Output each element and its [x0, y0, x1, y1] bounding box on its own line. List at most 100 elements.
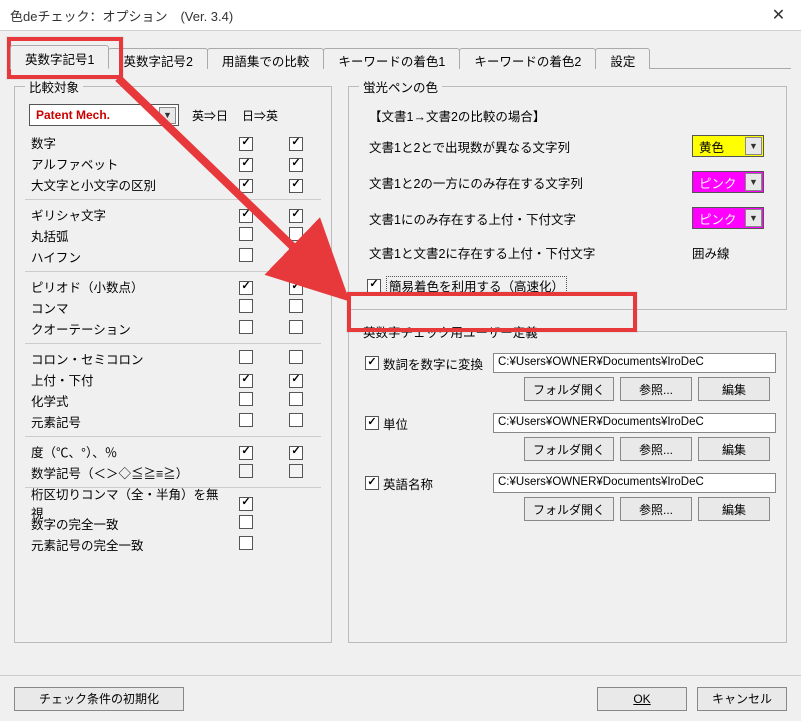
highlight-row-label: 文書1にのみ存在する上付・下付文字: [369, 209, 692, 228]
userdef-label: 英語名称: [383, 474, 433, 493]
edit-button[interactable]: 編集: [698, 377, 770, 401]
profile-value: Patent Mech.: [36, 108, 110, 122]
compare-row: 丸括弧: [25, 225, 321, 246]
userdef-row: ✓ 英語名称 C:¥Users¥OWNER¥Documents¥IroDeC: [365, 473, 776, 493]
open-folder-button[interactable]: フォルダ開く: [524, 377, 614, 401]
col-header-e2j: 英⇒日: [189, 107, 231, 124]
highlight-color-dropdown[interactable]: ピンク ▼: [692, 207, 764, 229]
tab-alnum2[interactable]: 英数字記号2: [108, 48, 207, 69]
compare-row-label: 上付・下付: [31, 370, 221, 389]
browse-button[interactable]: 参照...: [620, 437, 692, 461]
open-folder-button[interactable]: フォルダ開く: [524, 437, 614, 461]
chevron-down-icon[interactable]: ▼: [745, 137, 762, 155]
checkbox[interactable]: [239, 299, 253, 313]
checkbox[interactable]: [239, 350, 253, 364]
userdef-label: 数詞を数字に変換: [383, 354, 483, 373]
checkbox[interactable]: ✓: [239, 137, 253, 151]
edit-button[interactable]: 編集: [698, 497, 770, 521]
compare-row: 数字の完全一致: [25, 513, 321, 534]
checkbox[interactable]: ✓: [289, 446, 303, 460]
cancel-button[interactable]: キャンセル: [697, 687, 787, 711]
browse-button[interactable]: 参照...: [620, 377, 692, 401]
compare-row: 上付・下付 ✓ ✓: [25, 369, 321, 390]
checkbox[interactable]: ✓: [239, 158, 253, 172]
compare-row-label: アルファベット: [31, 154, 221, 173]
checkbox[interactable]: [289, 413, 303, 427]
compare-row: クオーテーション: [25, 318, 321, 339]
checkbox[interactable]: [239, 413, 253, 427]
tab-alnum1[interactable]: 英数字記号1: [10, 45, 109, 69]
compare-row: 度（℃、°）、％✓✓: [25, 441, 321, 462]
speed-checkbox[interactable]: ✓: [367, 279, 381, 293]
checkbox[interactable]: [239, 392, 253, 406]
checkbox[interactable]: [239, 536, 253, 550]
checkbox[interactable]: [239, 227, 253, 241]
group-highlight-legend: 蛍光ペンの色: [359, 77, 442, 96]
checkbox[interactable]: [289, 350, 303, 364]
highlight-subtitle: 【文書1→文書2の比較の場合】: [369, 106, 776, 125]
checkbox[interactable]: ✓: [239, 497, 253, 511]
chevron-down-icon[interactable]: ▼: [745, 209, 762, 227]
checkbox[interactable]: ✓: [239, 209, 253, 223]
checkbox[interactable]: [289, 227, 303, 241]
reset-button[interactable]: チェック条件の初期化: [14, 687, 184, 711]
chevron-down-icon[interactable]: ▼: [159, 107, 176, 124]
compare-row: 元素記号の完全一致: [25, 534, 321, 555]
checkbox[interactable]: ✓: [239, 374, 253, 388]
browse-button[interactable]: 参照...: [620, 497, 692, 521]
color-value: 黄色: [699, 137, 724, 156]
highlight-row-box-value: 囲み線: [692, 243, 776, 262]
checkbox[interactable]: ✓: [289, 209, 303, 223]
checkbox[interactable]: ✓: [365, 416, 379, 430]
compare-row: 元素記号: [25, 411, 321, 432]
checkbox[interactable]: [289, 320, 303, 334]
checkbox[interactable]: [239, 515, 253, 529]
userdef-path[interactable]: C:¥Users¥OWNER¥Documents¥IroDeC: [493, 413, 776, 433]
checkbox[interactable]: ✓: [239, 281, 253, 295]
checkbox[interactable]: ✓: [365, 476, 379, 490]
compare-row-label: コロン・セミコロン: [31, 349, 221, 368]
compare-row-label: 元素記号: [31, 412, 221, 431]
userdef-path[interactable]: C:¥Users¥OWNER¥Documents¥IroDeC: [493, 353, 776, 373]
checkbox[interactable]: ✓: [289, 281, 303, 295]
checkbox[interactable]: [239, 320, 253, 334]
group-highlight: 蛍光ペンの色 【文書1→文書2の比較の場合】 文書1と2とで出現数が異なる文字列…: [348, 77, 787, 310]
group-compare: 比較対象 Patent Mech. ▼ 英⇒日 日⇒英 数字✓✓アルファベット✓…: [14, 77, 332, 643]
tab-settings[interactable]: 設定: [595, 48, 650, 69]
close-icon[interactable]: ✕: [756, 0, 801, 31]
compare-row: 桁区切りコンマ（全・半角）を無視✓: [25, 492, 321, 513]
checkbox[interactable]: ✓: [239, 179, 253, 193]
checkbox[interactable]: [289, 392, 303, 406]
tab-label: キーワードの着色2: [474, 51, 581, 70]
highlight-color-dropdown[interactable]: ピンク ▼: [692, 171, 764, 193]
tab-keyword1[interactable]: キーワードの着色1: [323, 48, 460, 69]
tab-keyword2[interactable]: キーワードの着色2: [459, 48, 596, 69]
checkbox[interactable]: ✓: [365, 356, 379, 370]
profile-dropdown[interactable]: Patent Mech. ▼: [29, 104, 179, 126]
compare-row-label: ピリオド（小数点）: [31, 277, 221, 296]
checkbox[interactable]: ✓: [289, 374, 303, 388]
compare-row-label: 化学式: [31, 391, 221, 410]
checkbox[interactable]: [289, 464, 303, 478]
compare-row-label: ハイフン: [31, 247, 221, 266]
edit-button[interactable]: 編集: [698, 437, 770, 461]
compare-row-label: コンマ: [31, 298, 221, 317]
checkbox[interactable]: ✓: [289, 158, 303, 172]
compare-row: 化学式: [25, 390, 321, 411]
tab-label: 英数字記号2: [123, 51, 192, 70]
highlight-color-dropdown[interactable]: 黄色 ▼: [692, 135, 764, 157]
checkbox[interactable]: [289, 299, 303, 313]
open-folder-button[interactable]: フォルダ開く: [524, 497, 614, 521]
checkbox[interactable]: ✓: [239, 446, 253, 460]
tab-glossary[interactable]: 用語集での比較: [207, 48, 325, 69]
checkbox[interactable]: [239, 248, 253, 262]
checkbox[interactable]: [289, 248, 303, 262]
userdef-path[interactable]: C:¥Users¥OWNER¥Documents¥IroDeC: [493, 473, 776, 493]
checkbox[interactable]: ✓: [289, 137, 303, 151]
chevron-down-icon[interactable]: ▼: [745, 173, 762, 191]
checkbox[interactable]: ✓: [289, 179, 303, 193]
compare-row: 数学記号（＜＞◇≦≧≡≧）: [25, 462, 321, 483]
compare-row-label: 数字の完全一致: [31, 514, 221, 533]
ok-button[interactable]: OK: [597, 687, 687, 711]
checkbox[interactable]: [239, 464, 253, 478]
